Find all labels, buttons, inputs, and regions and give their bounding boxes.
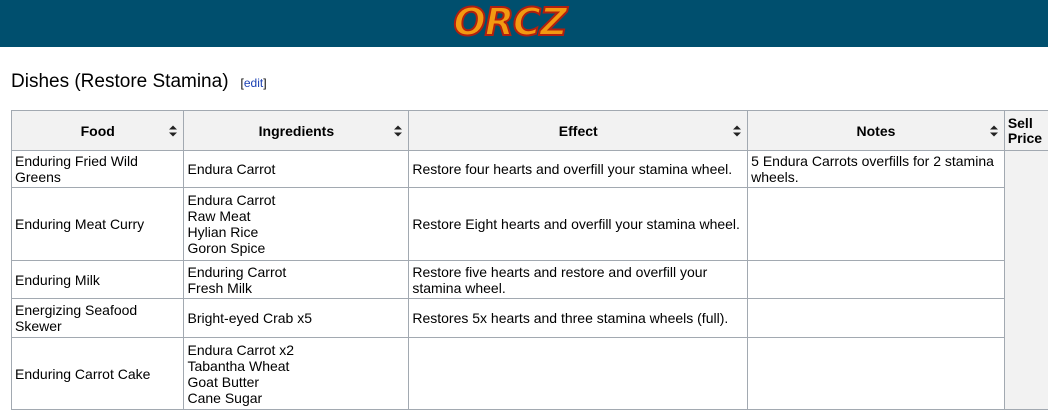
edit-link[interactable]: edit [244,76,263,90]
food-cell: Enduring Meat Curry [12,188,184,261]
notes-cell [748,188,1005,261]
sort-arrows-icon[interactable] [990,125,998,136]
table-row: Enduring Milk Enduring Carrot Fresh Milk… [12,261,1048,299]
site-header: ORCZ [0,0,1048,47]
notes-cell [748,261,1005,299]
food-cell: Enduring Carrot Cake [12,338,184,410]
ingredients-cell: Enduring Carrot Fresh Milk [184,261,409,299]
effect-cell: Restore five hearts and restore and over… [409,261,748,299]
logo-text: ORCZ [453,2,568,44]
effect-cell [409,338,748,410]
effect-cell: Restore four hearts and overfill your st… [409,151,748,188]
sell-price-cell [1004,151,1048,410]
column-header-notes[interactable]: Notes [748,111,1005,151]
table-row: Enduring Fried Wild Greens Endura Carrot… [12,151,1048,188]
notes-cell [748,299,1005,338]
column-header-ingredients[interactable]: Ingredients [184,111,409,151]
orcz-logo[interactable]: ORCZ [436,2,584,44]
column-header-effect[interactable]: Effect [409,111,748,151]
food-cell: Energizing Seafood Skewer [12,299,184,338]
food-cell: Enduring Milk [12,261,184,299]
column-header-sell-price[interactable]: Sell Price [1004,111,1048,151]
ingredients-cell: Endura Carrot x2 Tabantha Wheat Goat But… [184,338,409,410]
ingredients-cell: Endura Carrot [184,151,409,188]
sort-arrows-icon[interactable] [733,125,741,136]
ingredients-cell: Endura Carrot Raw Meat Hylian Rice Goron… [184,188,409,261]
section-title: Dishes (Restore Stamina) [11,71,229,93]
table-row: Enduring Carrot Cake Endura Carrot x2 Ta… [12,338,1048,410]
section-heading: Dishes (Restore Stamina) [edit] [11,71,267,93]
table-header-row: Food Ingredients Effect Notes Sell Price [12,111,1048,151]
table-row: Enduring Meat Curry Endura Carrot Raw Me… [12,188,1048,261]
sort-arrows-icon[interactable] [169,125,177,136]
sort-arrows-icon[interactable] [394,125,402,136]
dishes-table: Food Ingredients Effect Notes Sell Price… [11,110,1048,410]
effect-cell: Restores 5x hearts and three stamina whe… [409,299,748,338]
food-cell: Enduring Fried Wild Greens [12,151,184,188]
notes-cell [748,338,1005,410]
edit-section: [edit] [241,74,267,92]
notes-cell: 5 Endura Carrots overfills for 2 stamina… [748,151,1005,188]
ingredients-cell: Bright-eyed Crab x5 [184,299,409,338]
column-header-food[interactable]: Food [12,111,184,151]
table-row: Energizing Seafood Skewer Bright-eyed Cr… [12,299,1048,338]
effect-cell: Restore Eight hearts and overfill your s… [409,188,748,261]
